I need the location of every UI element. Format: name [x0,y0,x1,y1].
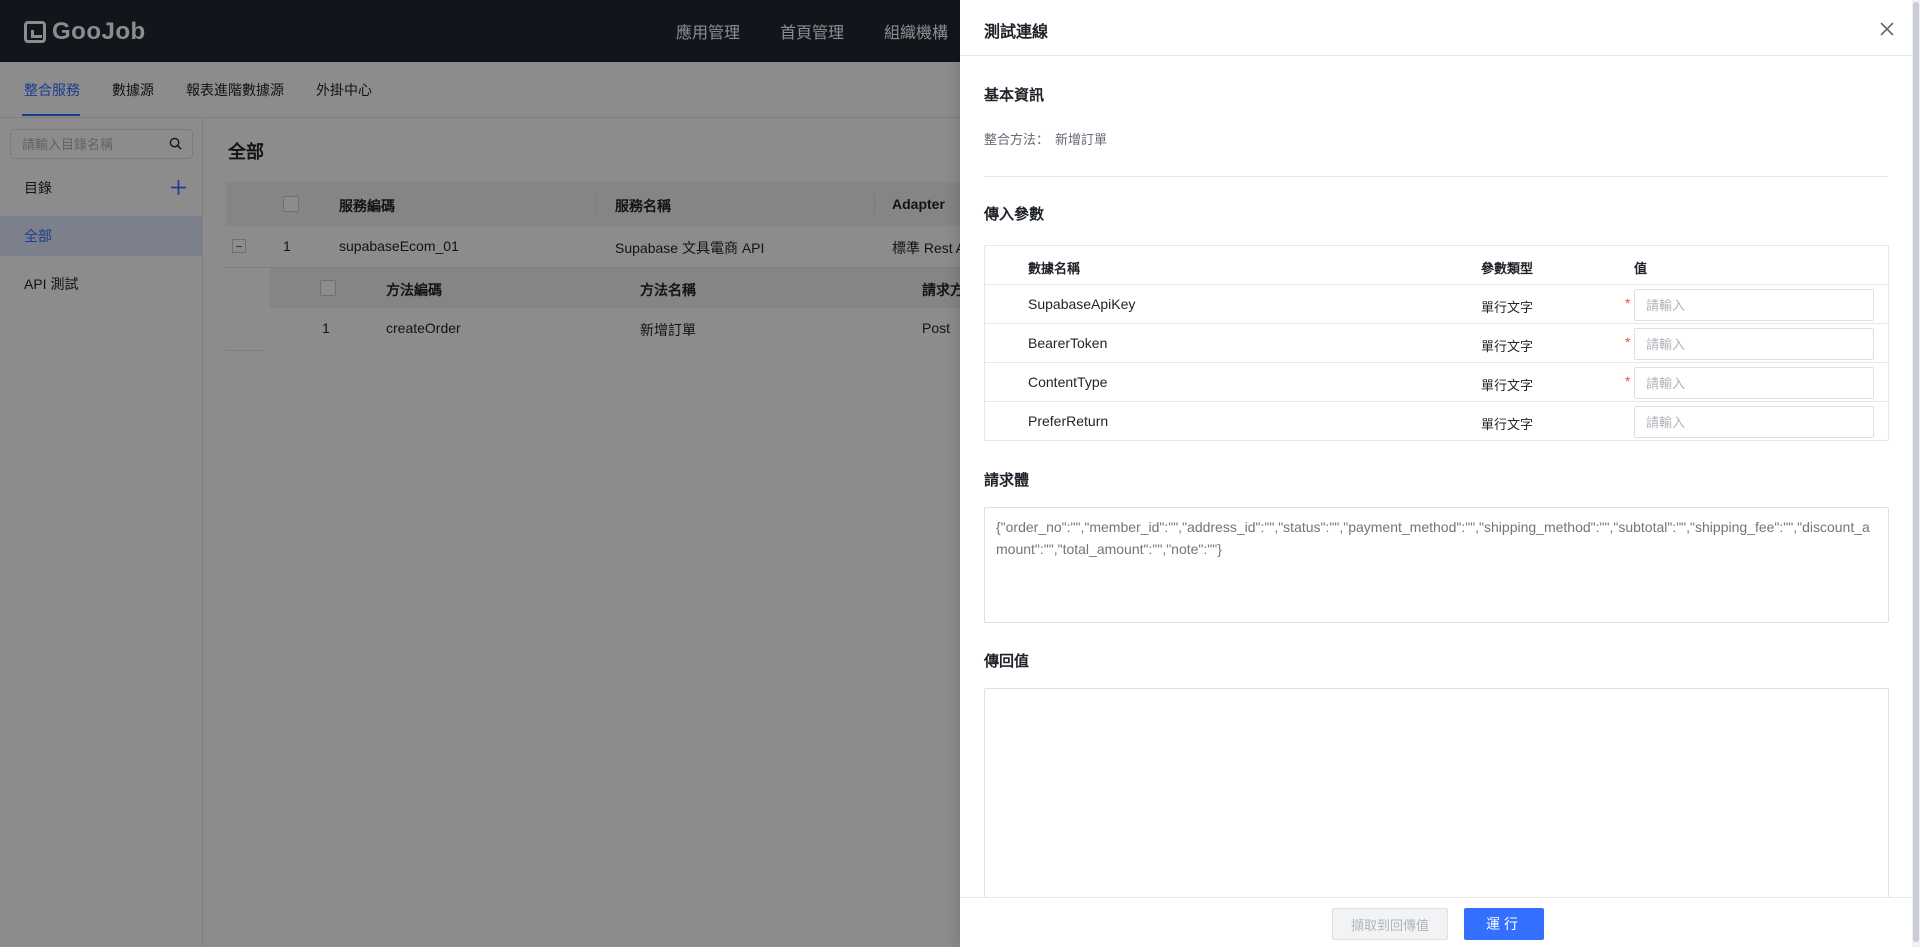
column-param-type: 參數類型 [1481,261,1534,276]
param-value-input-content-type[interactable] [1634,367,1874,399]
required-marker: * [1625,373,1631,389]
divider [984,176,1888,177]
column-value: 值 [1634,261,1648,276]
close-icon[interactable] [1880,22,1894,36]
scrollbar-thumb[interactable] [1913,2,1919,942]
integration-method-value: 新增訂單 [1055,132,1108,147]
param-name: PreferReturn [1028,413,1109,429]
input-params-title: 傳入參數 [984,206,1045,223]
required-marker: * [1625,295,1631,311]
param-name: BearerToken [1028,335,1108,351]
drawer-title: 測試連線 [984,24,1049,41]
basic-info-title: 基本資訊 [984,87,1045,104]
table-row: BearerToken 單行文字 * [985,324,1888,363]
return-value-title: 傳回值 [984,653,1030,670]
required-marker: * [1625,334,1631,350]
request-body-title: 請求體 [984,472,1030,489]
table-row: PreferReturn 單行文字 [985,402,1888,441]
integration-method-label: 整合方法： [984,132,1050,147]
request-body-textarea[interactable] [984,507,1889,623]
param-name: ContentType [1028,374,1108,390]
param-value-input-prefer-return[interactable] [1634,406,1874,438]
param-value-input-supabase-api-key[interactable] [1634,289,1874,321]
integration-method-info: 整合方法： 新增訂單 [984,129,1107,148]
return-value-area[interactable] [984,688,1889,898]
drawer-footer: 擷取到回傳值 運行 [960,897,1920,947]
table-row: ContentType 單行文字 * [985,363,1888,402]
drawer-header: 測試連線 [960,0,1920,56]
column-data-name: 數據名稱 [1028,261,1081,276]
drawer-scrollbar[interactable] [1912,0,1920,947]
param-name: SupabaseApiKey [1028,296,1136,312]
param-type: 單行文字 [1481,417,1534,432]
param-value-input-bearer-token[interactable] [1634,328,1874,360]
param-type: 單行文字 [1481,300,1534,315]
fetch-to-return-button[interactable]: 擷取到回傳值 [1332,908,1448,940]
modal-overlay[interactable] [0,0,960,947]
param-type: 單行文字 [1481,339,1534,354]
test-connection-drawer: 測試連線 基本資訊 整合方法： 新增訂單 傳入參數 數據名稱 參數類型 值 Sup… [960,0,1920,947]
run-button[interactable]: 運行 [1464,908,1544,940]
params-table-header: 數據名稱 參數類型 值 [985,246,1888,285]
param-type: 單行文字 [1481,378,1534,393]
params-table: 數據名稱 參數類型 值 SupabaseApiKey 單行文字 * Bearer… [984,245,1889,441]
table-row: SupabaseApiKey 單行文字 * [985,285,1888,324]
